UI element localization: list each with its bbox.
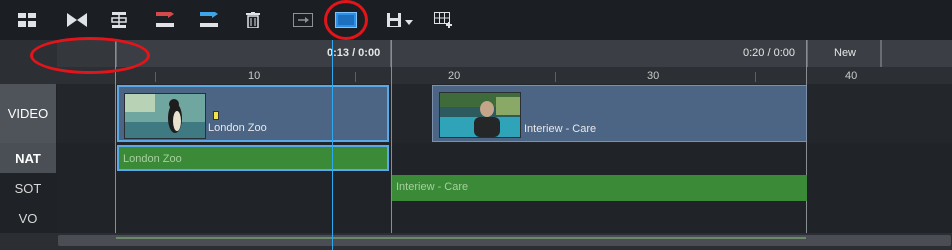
video-clip-interview[interactable]: Interiew - Care [432,85,807,142]
save-dropdown-icon[interactable] [384,8,416,32]
sot-clip-interview[interactable]: Interiew - Care [392,175,807,201]
annotation-circle [324,0,368,40]
toolbar [0,0,952,40]
ruler-tick-label: 20 [448,70,461,82]
export-icon[interactable] [290,8,316,32]
layout-icon[interactable] [14,8,40,32]
ruler-tick [555,72,556,82]
segment-band [57,40,952,67]
track-label-sot[interactable]: SOT [0,173,56,203]
move-left-red-icon[interactable] [152,8,178,32]
segment-new-label[interactable]: New [834,47,856,59]
ruler-tick-label: 30 [647,70,660,82]
clip-name: Interiew - Care [524,123,597,135]
ruler-tick [155,72,156,82]
ruler-tick-label: 10 [248,70,261,82]
add-grid-icon[interactable] [431,8,457,32]
marker-icon [213,111,219,120]
scroll-overview-line [116,237,806,239]
nat-clip-london-zoo[interactable]: London Zoo [117,145,389,171]
clip-thumbnail-penguin [124,93,206,139]
ruler-tick-label: 40 [845,70,858,82]
trash-icon[interactable] [240,8,266,32]
track-label-vo[interactable]: VO [0,203,56,233]
playhead[interactable] [332,40,333,250]
track-label-video[interactable]: VIDEO [0,84,56,143]
segment-time-2: 0:20 / 0:00 [743,47,795,59]
annotation-ellipse [30,37,150,74]
track-label-nat[interactable]: NAT [0,143,56,173]
clip-name: London Zoo [208,122,267,134]
vo-lane[interactable] [57,203,952,233]
timeline-scrollbar[interactable] [58,235,951,246]
film-strip-icon[interactable] [106,8,132,32]
edit-point-line [391,40,392,236]
ruler-tick [355,72,356,82]
move-right-blue-icon[interactable] [196,8,222,32]
ruler-tick [755,72,756,82]
clip-name: London Zoo [123,153,182,165]
segment-divider [880,40,882,67]
clip-thumbnail-interview [439,92,521,138]
clip-name: Interiew - Care [396,181,469,193]
segment-time-1: 0:13 / 0:00 [327,47,381,59]
video-clip-london-zoo[interactable]: London Zoo [117,85,389,142]
bowtie-icon[interactable] [64,8,90,32]
